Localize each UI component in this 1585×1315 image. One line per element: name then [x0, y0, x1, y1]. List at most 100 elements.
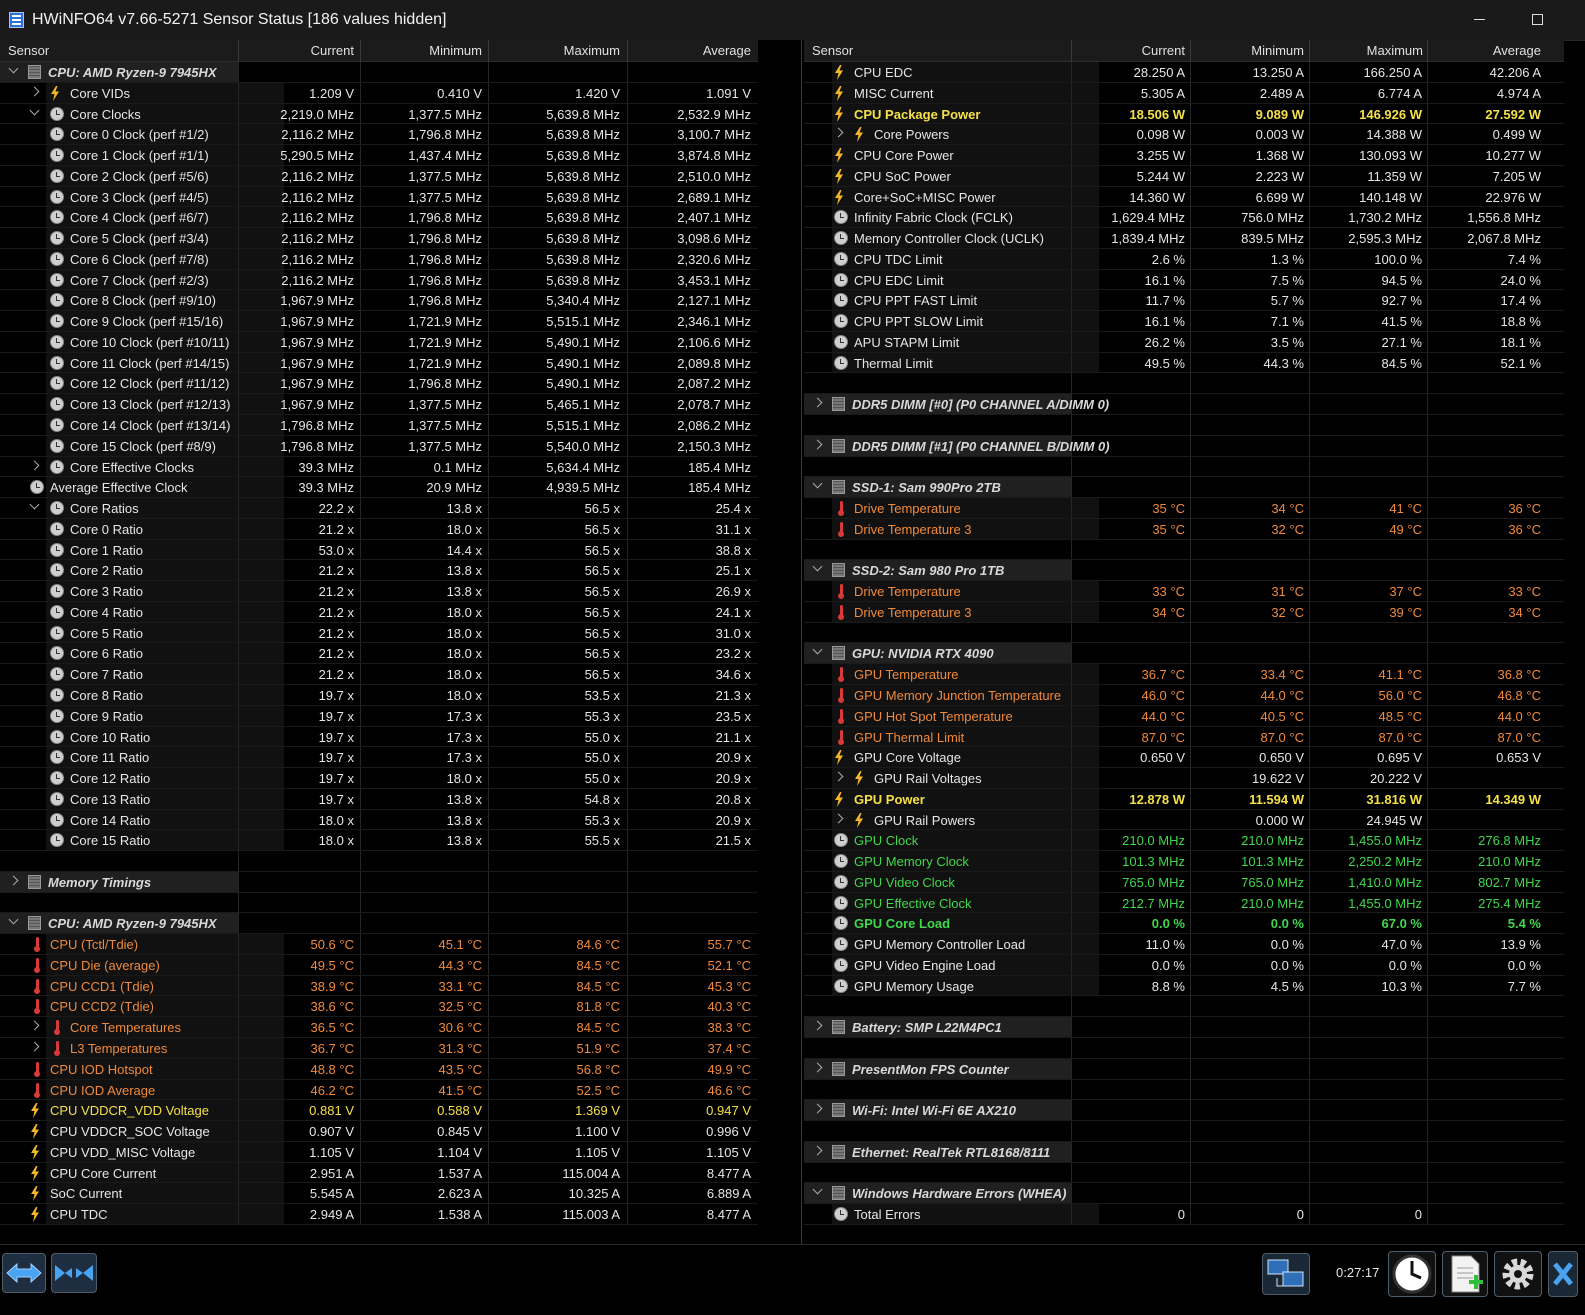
sensor-row[interactable]: Core 9 Clock (perf #15/16) 1,967.9 MHz 1,7…	[0, 311, 758, 332]
sensor-row[interactable]: L3 Temperatures 36.7 °C 31.3 °C 51.9 °C 37.4…	[0, 1037, 758, 1059]
column-sensor[interactable]: Sensor	[8, 43, 49, 58]
sensor-row[interactable]: Core 11 Ratio 19.7 x 17.3 x 55.0 x 20.9 x	[0, 747, 758, 769]
collapse-chevron-icon[interactable]	[10, 67, 18, 75]
sensor-row[interactable]: Core 11 Clock (perf #14/15) 1,967.9 MHz 1,…	[0, 352, 758, 374]
sensor-row[interactable]: GPU Hot Spot Temperature 44.0 °C 40.5 °C 48…	[804, 705, 1564, 727]
sensor-row[interactable]: Core 8 Clock (perf #9/10) 1,967.9 MHz 1,79…	[0, 290, 758, 312]
sensor-row[interactable]: Core 14 Clock (perf #13/14) 1,796.8 MHz 1,…	[0, 415, 758, 436]
navigate-arrows-button[interactable]	[2, 1253, 46, 1293]
expand-chevron-icon[interactable]	[835, 815, 843, 823]
sensor-row[interactable]: Core 15 Clock (perf #8/9) 1,796.8 MHz 1,37…	[0, 435, 758, 457]
sensor-row[interactable]: Core VIDs 1.209 V 0.410 V 1.420 V 1.091 V	[0, 82, 758, 104]
sensor-row[interactable]: Core 2 Ratio 21.2 x 13.8 x 56.5 x 25.1 x	[0, 560, 758, 582]
sensor-row[interactable]: CPU IOD Average 46.2 °C 41.5 °C 52.5 °C 46.6…	[0, 1079, 758, 1101]
sensor-group-row[interactable]: SSD-1: Sam 990Pro 2TB	[804, 477, 1564, 499]
maximize-button[interactable]	[1523, 6, 1553, 34]
sensor-row[interactable]: Core 0 Clock (perf #1/2) 2,116.2 MHz 1,796…	[0, 124, 758, 146]
sensor-group-row[interactable]: DDR5 DIMM [#0] (P0 CHANNEL A/DIMM 0)	[804, 394, 1564, 416]
clock-reset-button[interactable]	[1388, 1251, 1436, 1297]
sensor-group-row[interactable]: DDR5 DIMM [#1] (P0 CHANNEL B/DIMM 0)	[804, 435, 1564, 457]
expand-chevron-icon[interactable]	[814, 1022, 822, 1030]
sensor-row[interactable]: CPU (Tctl/Tdie) 50.6 °C 45.1 °C 84.6 °C 55.7…	[0, 934, 758, 955]
sensor-row[interactable]: CPU PPT FAST Limit 11.7 % 5.7 % 92.7 % 17.4 …	[804, 290, 1564, 312]
sensor-group-row[interactable]: Windows Hardware Errors (WHEA)	[804, 1183, 1564, 1205]
sensor-row[interactable]: Core 6 Clock (perf #7/8) 2,116.2 MHz 1,796…	[0, 248, 758, 270]
minimize-button[interactable]	[1465, 6, 1495, 34]
sensor-row[interactable]: Core 10 Ratio 19.7 x 17.3 x 55.0 x 21.1 x	[0, 726, 758, 748]
sensor-row[interactable]: Core+SoC+MISC Power 14.360 W 6.699 W 140.14…	[804, 186, 1564, 208]
sensor-row[interactable]: Core 5 Ratio 21.2 x 18.0 x 56.5 x 31.0 x	[0, 622, 758, 644]
expand-chevron-icon[interactable]	[31, 462, 39, 470]
sensor-row[interactable]: Drive Temperature 33 °C 31 °C 37 °C 33 °C	[804, 581, 1564, 602]
sensor-row[interactable]: Core 14 Ratio 18.0 x 13.8 x 55.3 x 20.9 x	[0, 809, 758, 831]
sensor-group-row[interactable]: SSD-2: Sam 980 Pro 1TB	[804, 560, 1564, 582]
sensor-row[interactable]: CPU EDC 28.250 A 13.250 A 166.250 A 42.206 A	[804, 62, 1564, 83]
sensor-row[interactable]: Core Temperatures 36.5 °C 30.6 °C 84.5 °C 38…	[0, 1017, 758, 1038]
close-sensors-button[interactable]	[1548, 1251, 1578, 1297]
sensor-row[interactable]: GPU Power 12.878 W 11.594 W 31.816 W 14.349 …	[804, 788, 1564, 810]
expand-chevron-icon[interactable]	[814, 1105, 822, 1113]
sensor-row[interactable]: Core 12 Ratio 19.7 x 18.0 x 55.0 x 20.9 x	[0, 768, 758, 789]
sensor-row[interactable]: SoC Current 5.545 A 2.623 A 10.325 A 6.889 A	[0, 1183, 758, 1205]
sensor-group-row[interactable]: GPU: NVIDIA RTX 4090	[804, 643, 1564, 665]
sensor-row[interactable]: GPU Memory Usage 8.8 % 4.5 % 10.3 % 7.7 %	[804, 975, 1564, 997]
sensor-row[interactable]: CPU EDC Limit 16.1 % 7.5 % 94.5 % 24.0 %	[804, 269, 1564, 291]
sensor-row[interactable]: Drive Temperature 3 35 °C 32 °C 49 °C 36 °C	[804, 518, 1564, 540]
sensor-row[interactable]: Core Powers 0.098 W 0.003 W 14.388 W 0.499 W	[804, 124, 1564, 146]
expand-chevron-icon[interactable]	[814, 1147, 822, 1155]
sensor-row[interactable]: GPU Rail Voltages 19.622 V 20.222 V	[804, 768, 1564, 789]
sensor-row[interactable]: CPU Die (average) 49.5 °C 44.3 °C 84.5 °C 52…	[0, 954, 758, 976]
sensor-row[interactable]: CPU VDDCR_SOC Voltage 0.907 V 0.845 V 1.100…	[0, 1121, 758, 1142]
sensor-row[interactable]: CPU CCD1 (Tdie) 38.9 °C 33.1 °C 84.5 °C 45.3…	[0, 975, 758, 997]
sensor-row[interactable]: Core 7 Ratio 21.2 x 18.0 x 56.5 x 34.6 x	[0, 664, 758, 685]
sensor-row[interactable]: Core 3 Clock (perf #4/5) 2,116.2 MHz 1,377…	[0, 186, 758, 208]
column-average[interactable]: Average	[629, 43, 751, 58]
column-average[interactable]: Average	[1429, 43, 1541, 58]
column-current[interactable]: Current	[1073, 43, 1185, 58]
sensor-row[interactable]: GPU Video Engine Load 0.0 % 0.0 % 0.0 % 0.0 …	[804, 954, 1564, 976]
collapse-arrows-button[interactable]	[51, 1253, 97, 1293]
sensor-row[interactable]: CPU TDC 2.949 A 1.538 A 115.003 A 8.477 A	[0, 1204, 758, 1225]
collapse-chevron-icon[interactable]	[814, 482, 822, 490]
sensor-group-row[interactable]: Memory Timings	[0, 871, 758, 893]
sensor-row[interactable]: GPU Temperature 36.7 °C 33.4 °C 41.1 °C 36.8…	[804, 664, 1564, 685]
sensor-row[interactable]: Core 4 Ratio 21.2 x 18.0 x 56.5 x 24.1 x	[0, 601, 758, 623]
sensor-row[interactable]: CPU PPT SLOW Limit 16.1 % 7.1 % 41.5 % 18.8 …	[804, 311, 1564, 332]
sensor-row[interactable]: Core Effective Clocks 39.3 MHz 0.1 MHz 5,63…	[0, 456, 758, 478]
sensor-row[interactable]: CPU TDC Limit 2.6 % 1.3 % 100.0 % 7.4 %	[804, 248, 1564, 270]
expand-chevron-icon[interactable]	[835, 129, 843, 137]
sensor-row[interactable]: CPU VDDCR_VDD Voltage 0.881 V 0.588 V 1.369…	[0, 1100, 758, 1122]
sensor-row[interactable]: CPU VDD_MISC Voltage 1.105 V 1.104 V 1.105 …	[0, 1141, 758, 1163]
log-file-button[interactable]	[1442, 1251, 1488, 1297]
sensor-row[interactable]: GPU Core Load 0.0 % 0.0 % 67.0 % 5.4 %	[804, 913, 1564, 935]
sensor-row[interactable]: GPU Core Voltage 0.650 V 0.650 V 0.695 V 0.6…	[804, 747, 1564, 769]
sensor-row[interactable]: CPU Package Power 18.506 W 9.089 W 146.926 …	[804, 103, 1564, 125]
sensor-row[interactable]: Average Effective Clock 39.3 MHz 20.9 MHz 4…	[0, 477, 758, 499]
sensor-group-row[interactable]: Battery: SMP L22M4PC1	[804, 1017, 1564, 1038]
column-maximum[interactable]: Maximum	[1311, 43, 1423, 58]
sensor-row[interactable]: GPU Memory Clock 101.3 MHz 101.3 MHz 2,250.…	[804, 851, 1564, 872]
settings-button[interactable]	[1494, 1251, 1542, 1297]
sensor-group-row[interactable]: PresentMon FPS Counter	[804, 1058, 1564, 1080]
sensor-group-row[interactable]: CPU: AMD Ryzen-9 7945HX	[0, 62, 758, 83]
sensor-row[interactable]: Core 6 Ratio 21.2 x 18.0 x 56.5 x 23.2 x	[0, 643, 758, 665]
sensor-row[interactable]: Core 1 Ratio 53.0 x 14.4 x 56.5 x 38.8 x	[0, 539, 758, 561]
sensor-row[interactable]: GPU Video Clock 765.0 MHz 765.0 MHz 1,410.0…	[804, 871, 1564, 893]
sensor-row[interactable]: CPU Core Current 2.951 A 1.537 A 115.004 A 8…	[0, 1162, 758, 1184]
sensor-row[interactable]: Core 9 Ratio 19.7 x 17.3 x 55.3 x 23.5 x	[0, 705, 758, 727]
sensor-row[interactable]: Drive Temperature 3 34 °C 32 °C 39 °C 34 °C	[804, 601, 1564, 623]
sensor-group-row[interactable]: CPU: AMD Ryzen-9 7945HX	[0, 913, 758, 935]
sensor-row[interactable]: Core Clocks 2,219.0 MHz 1,377.5 MHz 5,639.8…	[0, 103, 758, 125]
sensor-row[interactable]: Core 2 Clock (perf #5/6) 2,116.2 MHz 1,377…	[0, 165, 758, 187]
sensor-row[interactable]: CPU Core Power 3.255 W 1.368 W 130.093 W 10.…	[804, 145, 1564, 166]
sensor-group-row[interactable]: Ethernet: RealTek RTL8168/8111	[804, 1141, 1564, 1163]
expand-chevron-icon[interactable]	[814, 1064, 822, 1072]
column-minimum[interactable]: Minimum	[362, 43, 482, 58]
collapse-chevron-icon[interactable]	[814, 1188, 822, 1196]
network-button[interactable]	[1262, 1253, 1310, 1295]
column-sensor[interactable]: Sensor	[812, 43, 853, 58]
sensor-row[interactable]: Core 12 Clock (perf #11/12) 1,967.9 MHz 1,…	[0, 373, 758, 395]
sensor-row[interactable]: Core 15 Ratio 18.0 x 13.8 x 55.5 x 21.5 x	[0, 830, 758, 852]
expand-chevron-icon[interactable]	[814, 399, 822, 407]
sensor-row[interactable]: Core 3 Ratio 21.2 x 13.8 x 56.5 x 26.9 x	[0, 581, 758, 602]
